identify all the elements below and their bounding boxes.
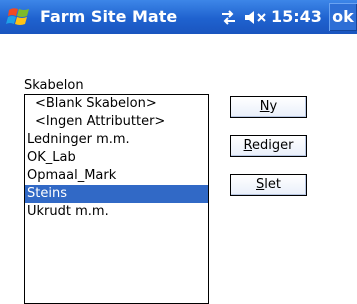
skabelon-listbox[interactable]: <Blank Skabelon> <Ingen Attributter> Led… [24,94,209,304]
ok-button[interactable]: ok [329,3,357,31]
slet-button-label: let [264,177,281,192]
slet-button[interactable]: Slet [230,174,307,196]
app-title: Farm Site Mate [40,7,178,26]
list-item[interactable]: Ukrudt m.m. [25,203,208,221]
list-item[interactable]: Ledninger m.m. [25,131,208,149]
connectivity-icon[interactable] [220,9,237,26]
clock[interactable]: 15:43 [271,7,322,26]
list-item[interactable]: <Blank Skabelon> [25,95,208,113]
rediger-button-label: ediger [251,138,294,153]
ny-button[interactable]: Ny [230,96,307,118]
windows-start-icon[interactable] [6,5,32,29]
list-item[interactable]: Opmaal_Mark [25,167,208,185]
ny-button-label: y [269,99,278,114]
list-item[interactable]: <Ingen Attributter> [25,113,208,131]
rediger-button[interactable]: Rediger [230,135,307,157]
list-item[interactable]: OK_Lab [25,149,208,167]
list-item-selected[interactable]: Steins [25,185,208,203]
title-bar: Farm Site Mate 15:43 ok [0,0,357,34]
ny-button-accel: N [259,99,270,114]
volume-muted-icon[interactable] [244,9,268,26]
rediger-button-accel: R [243,138,252,153]
skabelon-label: Skabelon [24,78,84,93]
